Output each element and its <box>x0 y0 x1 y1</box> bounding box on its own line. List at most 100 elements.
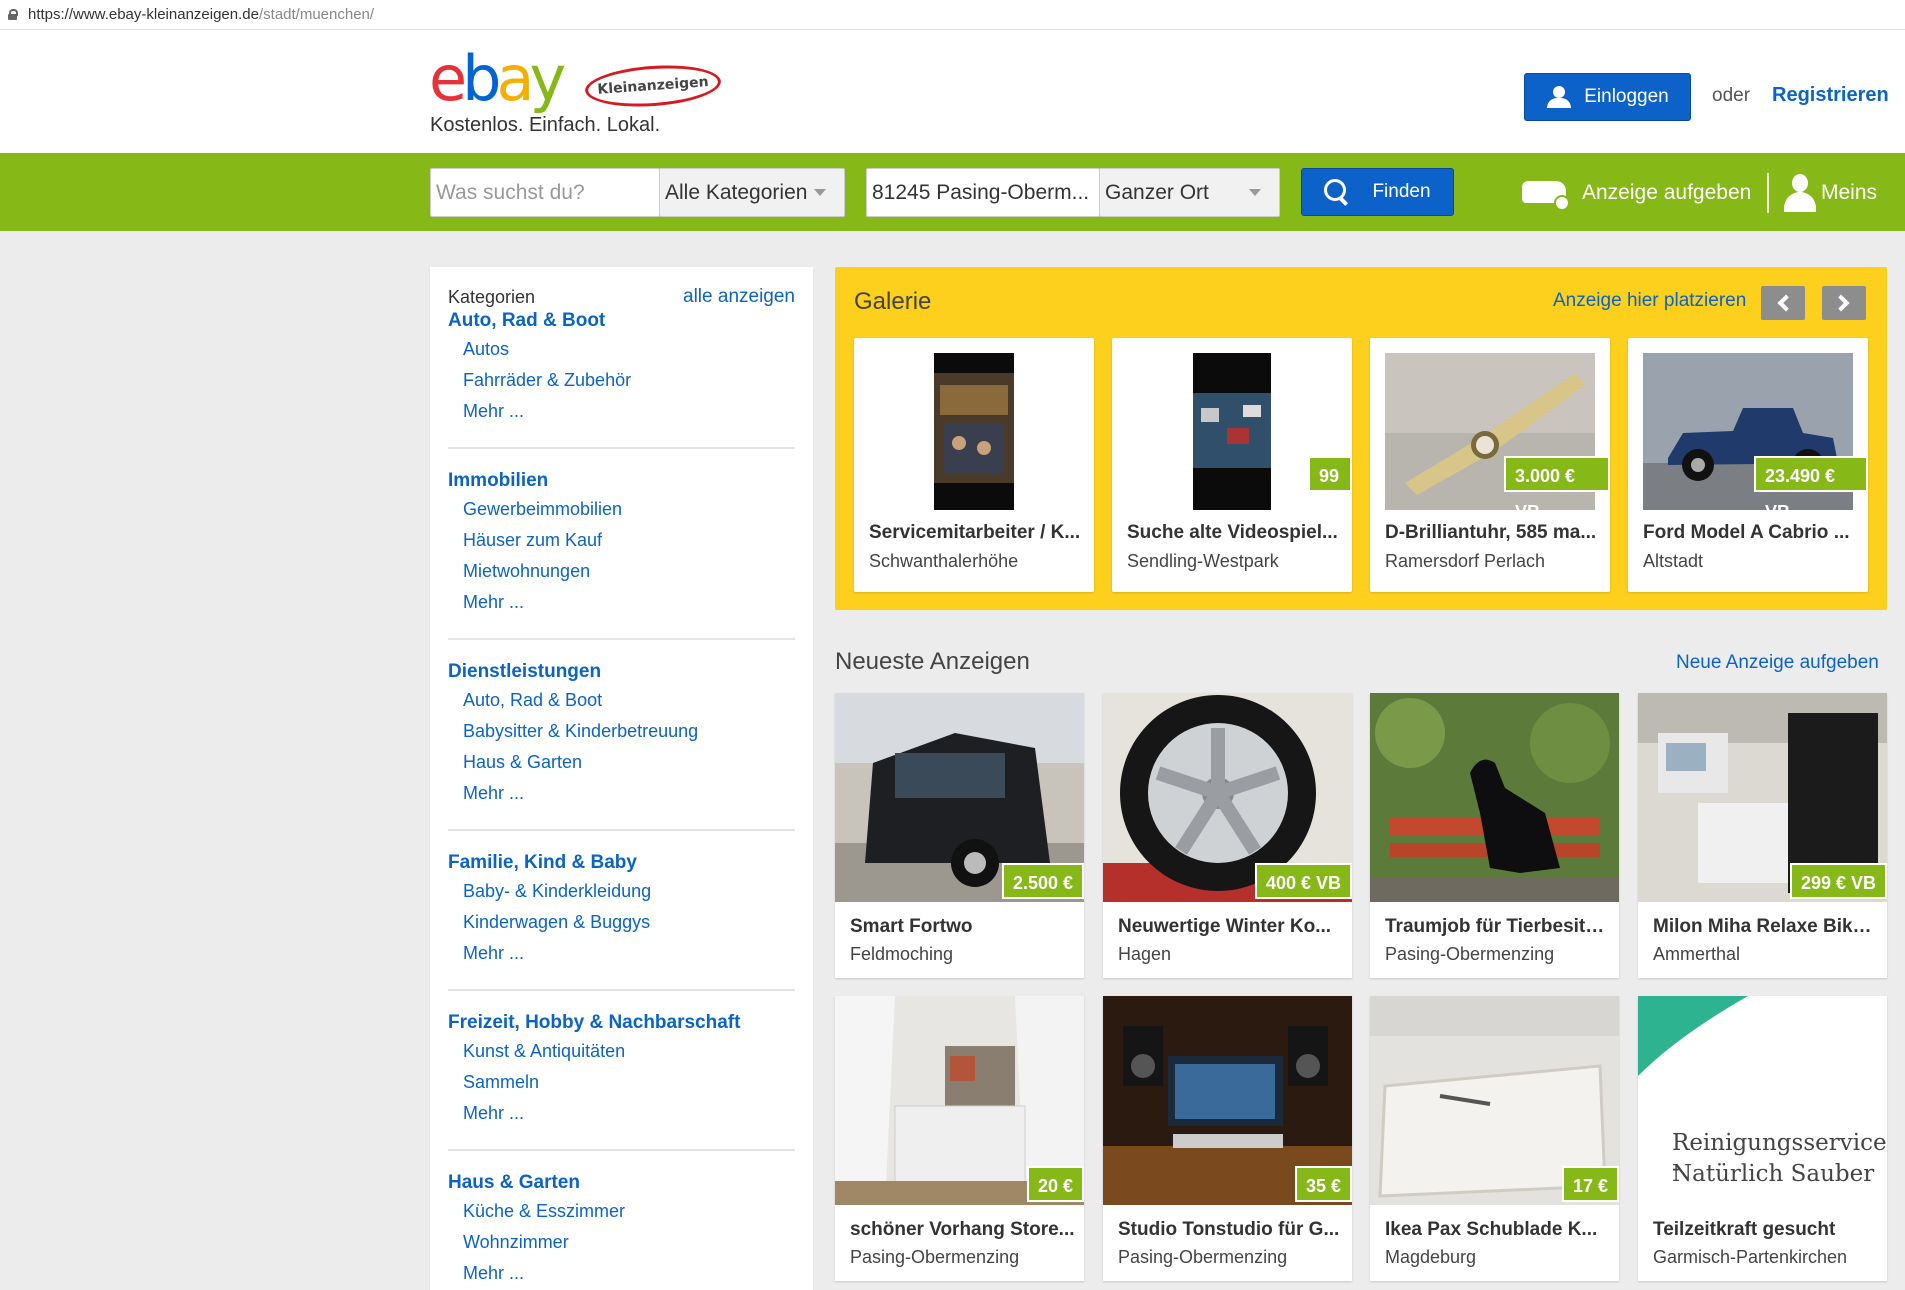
radius-value: Ganzer Ort <box>1105 180 1209 204</box>
category-link[interactable]: Mehr ... <box>448 587 795 618</box>
gallery-image <box>869 353 1079 510</box>
gallery-card-location: Altstadt <box>1643 551 1704 571</box>
tagline: Kostenlos. Einfach. Lokal. <box>430 114 661 136</box>
ad-location: Hagen <box>1118 944 1172 964</box>
gallery-card[interactable]: 99 € Suche alte Videospiel... Sendling-W… <box>1112 338 1352 592</box>
gallery-card-location: Schwanthalerhöhe <box>869 551 1019 571</box>
sidebar-header: Kategorien alle anzeigen <box>448 286 795 308</box>
category-select[interactable]: Alle Kategorien <box>659 168 845 217</box>
user-icon <box>1546 86 1572 108</box>
category-group: Haus & Garten Küche & Esszimmer Wohnzimmer… <box>448 1170 795 1290</box>
location-value: 81245 Pasing-Oberm... <box>872 180 1090 204</box>
gallery-card-title: D-Brilliantuhr, 585 ma... <box>1385 522 1597 543</box>
category-link[interactable]: Mehr ... <box>448 938 795 969</box>
gallery-next-button[interactable] <box>1822 286 1866 320</box>
post-ad-button[interactable]: Anzeige aufgeben <box>1520 175 1751 211</box>
ad-card[interactable]: Traumjob für Tierbesitzer Pasing-Obermen… <box>1370 693 1619 978</box>
ad-location: Pasing-Obermenzing <box>1385 944 1555 964</box>
find-button[interactable]: Finden <box>1301 168 1454 216</box>
or-label: oder <box>1712 85 1751 106</box>
category-link[interactable]: Häuser zum Kauf <box>448 525 795 556</box>
gallery-card-location: Sendling-Westpark <box>1127 551 1279 571</box>
chevron-right-icon <box>1832 294 1850 312</box>
show-all-link[interactable]: alle anzeigen <box>683 286 795 308</box>
radius-select[interactable]: Ganzer Ort <box>1099 168 1280 217</box>
ad-card[interactable]: 20 € schöner Vorhang Store... Pasing-Obe… <box>835 996 1084 1281</box>
newest-title: Neueste Anzeigen <box>835 648 1030 675</box>
category-title-link[interactable]: Freizeit, Hobby & Nachbarschaft <box>448 1010 795 1036</box>
chevron-down-icon <box>814 189 826 196</box>
ad-location: Feldmoching <box>850 944 954 964</box>
category-groups: Auto, Rad & Boot Autos Fahrräder & Zubehör… <box>448 308 795 1290</box>
gallery-prev-button[interactable] <box>1761 286 1805 320</box>
gallery-card[interactable]: 23.490 € VB Ford Model A Cabrio ... Alts… <box>1628 338 1868 592</box>
category-link[interactable]: Mehr ... <box>448 396 795 427</box>
address-bar[interactable]: https://www.ebay-kleinanzeigen.de/stadt/… <box>0 0 1905 30</box>
ad-location: Pasing-Obermenzing <box>1118 1247 1288 1267</box>
site-logo[interactable]: ebay Kleinanzeigen <box>429 48 723 111</box>
sidebar-title: Kategorien <box>448 286 536 307</box>
ad-price: 400 € VB <box>1254 863 1352 899</box>
find-label: Finden <box>1372 181 1431 202</box>
category-link[interactable]: Mietwohnungen <box>448 556 795 587</box>
category-link[interactable]: Autos <box>448 334 795 365</box>
category-link[interactable]: Kunst & Antiquitäten <box>448 1036 795 1067</box>
category-link[interactable]: Baby- & Kinderkleidung <box>448 876 795 907</box>
ad-location: Ammerthal <box>1653 944 1741 964</box>
gallery-title: Galerie <box>854 288 932 315</box>
gallery-card-title: Ford Model A Cabrio ... <box>1643 522 1850 543</box>
category-link[interactable]: Wohnzimmer <box>448 1227 795 1258</box>
ad-card[interactable]: 400 € VB Neuwertige Winter Ko... Hagen <box>1103 693 1352 978</box>
login-button[interactable]: Einloggen <box>1524 73 1691 121</box>
category-link[interactable]: Babysitter & Kinderbetreuung <box>448 716 795 747</box>
person-icon <box>1783 174 1817 212</box>
gallery-card-title: Suche alte Videospiel... <box>1127 522 1338 543</box>
ad-title: schöner Vorhang Store... <box>850 1219 1075 1240</box>
ad-title: Traumjob für Tierbesitzer <box>1385 916 1610 937</box>
category-link[interactable]: Küche & Esszimmer <box>448 1196 795 1227</box>
ad-card[interactable]: 299 € VB Milon Miha Relaxe Bike... Ammer… <box>1638 693 1887 978</box>
ad-card[interactable]: 17 € Ikea Pax Schublade K... Magdeburg <box>1370 996 1619 1281</box>
category-title-link[interactable]: Immobilien <box>448 468 795 494</box>
ad-card[interactable]: 2.500 € Smart Fortwo Feldmoching <box>835 693 1084 978</box>
login-label: Einloggen <box>1584 86 1669 107</box>
category-link[interactable]: Kinderwagen & Buggys <box>448 907 795 938</box>
chevron-left-icon <box>1777 294 1795 312</box>
category-title-link[interactable]: Familie, Kind & Baby <box>448 850 795 876</box>
ad-card[interactable]: 35 € Studio Tonstudio für G... Pasing-Ob… <box>1103 996 1352 1281</box>
category-sidebar: Kategorien alle anzeigen Auto, Rad & Boo… <box>430 267 813 1290</box>
register-link[interactable]: Registrieren <box>1772 84 1889 107</box>
category-title-link[interactable]: Auto, Rad & Boot <box>448 308 795 334</box>
ad-location: Garmisch-Partenkirchen <box>1653 1247 1848 1267</box>
ad-card[interactable]: Reinigungsservice - Natürlich Sauber Tei… <box>1638 996 1887 1281</box>
category-link[interactable]: Sammeln <box>448 1067 795 1098</box>
mine-button[interactable]: Meins <box>1783 174 1877 212</box>
ad-image <box>1370 693 1619 902</box>
site-header: ebay Kleinanzeigen Kostenlos. Einfach. L… <box>0 30 1905 153</box>
ad-location: Magdeburg <box>1385 1247 1477 1267</box>
category-link[interactable]: Gewerbeimmobilien <box>448 494 795 525</box>
place-ad-link[interactable]: Anzeige hier platzieren <box>1553 290 1746 312</box>
search-input[interactable]: Was suchst du? <box>430 168 660 217</box>
category-link[interactable]: Fahrräder & Zubehör <box>448 365 795 396</box>
gallery-card-location: Ramersdorf Perlach <box>1385 551 1546 571</box>
ad-price: 2.500 € <box>1001 863 1084 899</box>
category-link[interactable]: Mehr ... <box>448 778 795 809</box>
gallery-card-price: 99 € <box>1308 456 1352 522</box>
location-input[interactable]: 81245 Pasing-Oberm... <box>866 168 1100 217</box>
ad-title: Studio Tonstudio für G... <box>1118 1219 1340 1240</box>
category-link[interactable]: Mehr ... <box>448 1098 795 1129</box>
new-ad-link[interactable]: Neue Anzeige aufgeben <box>1676 652 1879 674</box>
category-link[interactable]: Auto, Rad & Boot <box>448 685 795 716</box>
mine-label: Meins <box>1821 181 1878 204</box>
ad-title: Ikea Pax Schublade K... <box>1385 1219 1598 1240</box>
category-title-link[interactable]: Haus & Garten <box>448 1170 795 1196</box>
gallery-card[interactable]: Servicemitarbeiter / K... Schwanthalerhö… <box>854 338 1094 592</box>
category-link[interactable]: Mehr ... <box>448 1258 795 1289</box>
gallery-card[interactable]: 3.000 € VB D-Brilliantuhr, 585 ma... Ram… <box>1370 338 1610 592</box>
lock-icon <box>8 9 18 20</box>
category-link[interactable]: Haus & Garten <box>448 747 795 778</box>
category-value: Alle Kategorien <box>665 180 808 204</box>
category-title-link[interactable]: Dienstleistungen <box>448 659 795 685</box>
chevron-down-icon <box>1249 189 1261 196</box>
